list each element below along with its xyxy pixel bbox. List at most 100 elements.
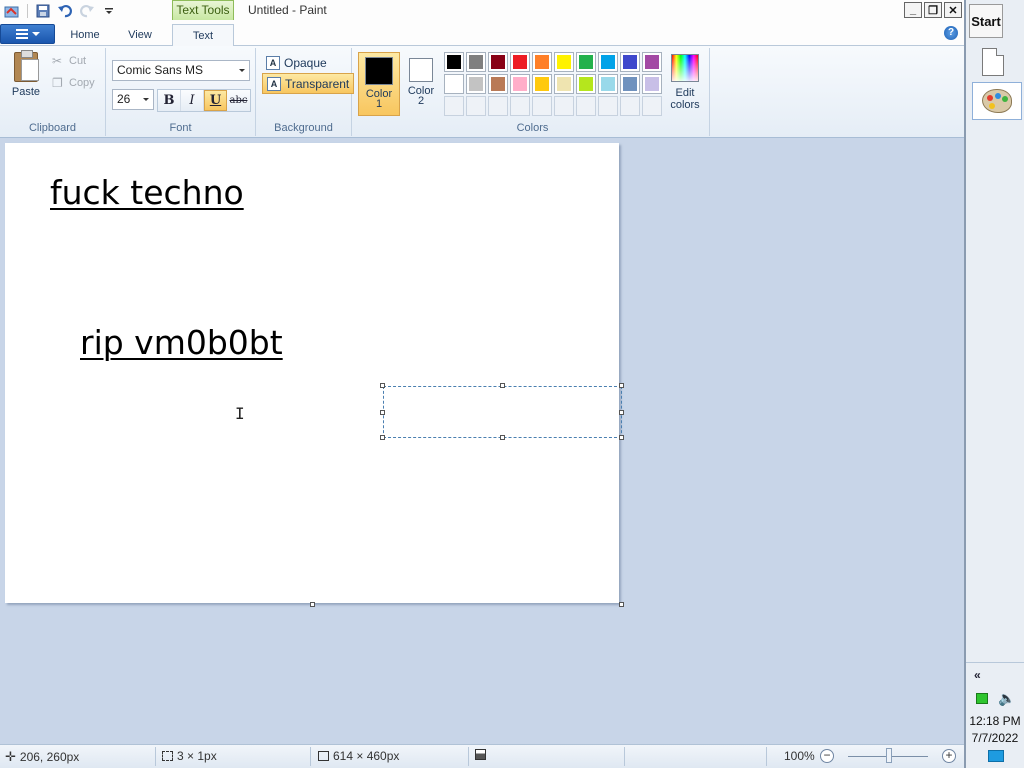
disk-icon xyxy=(475,749,486,760)
palette-color-swatch[interactable] xyxy=(510,74,530,94)
tab-text[interactable]: Text xyxy=(172,24,234,47)
textbox-handle-ne[interactable] xyxy=(619,383,624,388)
ribbon: Paste ✂ Cut ❐ Copy Clipboard Comic Sans … xyxy=(0,46,964,138)
volume-icon[interactable]: 🔈 xyxy=(998,690,1015,707)
start-button[interactable]: Start xyxy=(969,4,1003,38)
palette-custom-slot[interactable] xyxy=(444,96,464,116)
palette-custom-slot[interactable] xyxy=(642,96,662,116)
minimize-button[interactable]: _ xyxy=(904,2,922,18)
palette-color-swatch[interactable] xyxy=(642,52,662,72)
palette-color-swatch[interactable] xyxy=(466,74,486,94)
underline-button[interactable]: U xyxy=(204,90,227,111)
zoom-in-button[interactable]: + xyxy=(942,749,956,763)
palette-color-fill xyxy=(601,77,615,91)
canvas-workspace[interactable]: fuck techno rip vm0b0bt I xyxy=(0,138,964,744)
opaque-button[interactable]: A Opaque xyxy=(262,52,331,73)
textbox-handle-e[interactable] xyxy=(619,410,624,415)
palette-custom-slot[interactable] xyxy=(620,96,640,116)
palette-color-fill xyxy=(579,77,593,91)
selection-size-value: 3 × 1px xyxy=(177,749,217,763)
palette-color-swatch[interactable] xyxy=(576,52,596,72)
textbox-handle-se[interactable] xyxy=(619,435,624,440)
text-input-box[interactable] xyxy=(383,386,622,438)
bold-button[interactable]: B xyxy=(158,90,181,111)
tab-home[interactable]: Home xyxy=(64,24,106,46)
color2-button[interactable]: Color 2 xyxy=(400,52,442,116)
palette-custom-slot[interactable] xyxy=(554,96,574,116)
font-size-dropdown[interactable]: 26 xyxy=(112,89,154,110)
tab-view[interactable]: View xyxy=(118,24,162,46)
color1-button[interactable]: Color 1 xyxy=(358,52,400,116)
strikethrough-button[interactable]: abc xyxy=(227,90,250,111)
paste-button[interactable]: Paste xyxy=(6,50,46,98)
palette-color-swatch[interactable] xyxy=(598,74,618,94)
tray-collapse-button[interactable]: « xyxy=(974,668,981,682)
palette-custom-slot[interactable] xyxy=(488,96,508,116)
textbox-handle-nw[interactable] xyxy=(380,383,385,388)
cut-button[interactable]: ✂ Cut xyxy=(52,55,86,67)
edit-colors-button[interactable]: Edit colors xyxy=(667,52,703,111)
drawing-canvas[interactable]: fuck techno rip vm0b0bt xyxy=(5,143,619,603)
paint-app-icon[interactable] xyxy=(2,2,22,20)
palette-custom-slot[interactable] xyxy=(598,96,618,116)
palette-custom-slot[interactable] xyxy=(532,96,552,116)
save-icon[interactable] xyxy=(33,2,53,20)
palette-color-swatch[interactable] xyxy=(576,74,596,94)
palette-color-swatch[interactable] xyxy=(642,74,662,94)
toolbar-separator xyxy=(27,4,28,18)
palette-color-fill xyxy=(623,55,637,69)
textbox-handle-sw[interactable] xyxy=(380,435,385,440)
palette-custom-slot[interactable] xyxy=(510,96,530,116)
zoom-out-button[interactable]: − xyxy=(820,749,834,763)
restore-button[interactable]: ❐ xyxy=(924,2,942,18)
palette-color-swatch[interactable] xyxy=(532,74,552,94)
textbox-handle-s[interactable] xyxy=(500,435,505,440)
show-desktop-icon[interactable] xyxy=(988,750,1004,762)
status-bar: ✛ 206, 260px 3 × 1px 614 × 460px 100% − … xyxy=(0,744,964,768)
zoom-slider-thumb[interactable] xyxy=(886,748,892,763)
palette-color-swatch[interactable] xyxy=(598,52,618,72)
palette-color-swatch[interactable] xyxy=(510,52,530,72)
ribbon-tab-row: Home View Text ? xyxy=(0,22,964,47)
palette-custom-slot[interactable] xyxy=(576,96,596,116)
help-icon[interactable]: ? xyxy=(944,26,958,40)
transparent-button[interactable]: A Transparent xyxy=(262,73,355,94)
clock[interactable]: 12:18 PM 7/7/2022 xyxy=(966,713,1024,747)
italic-button[interactable]: I xyxy=(181,90,204,111)
paint-menu-button[interactable] xyxy=(0,24,55,44)
textbox-handle-n[interactable] xyxy=(500,383,505,388)
redo-icon[interactable] xyxy=(77,2,97,20)
palette-color-fill xyxy=(469,55,483,69)
new-document-icon[interactable] xyxy=(982,48,1004,76)
network-icon[interactable] xyxy=(976,693,988,704)
copy-button[interactable]: ❐ Copy xyxy=(52,77,95,89)
color-spectrum-icon xyxy=(671,54,699,82)
close-button[interactable]: ✕ xyxy=(944,2,962,18)
status-separator xyxy=(624,747,625,766)
palette-color-swatch[interactable] xyxy=(620,74,640,94)
edit-colors-line2: colors xyxy=(670,99,700,111)
canvas-resize-handle-bottom[interactable] xyxy=(310,602,315,607)
palette-color-swatch[interactable] xyxy=(488,52,508,72)
palette-color-swatch[interactable] xyxy=(444,52,464,72)
palette-color-swatch[interactable] xyxy=(554,74,574,94)
palette-color-swatch[interactable] xyxy=(532,52,552,72)
file-size xyxy=(475,749,486,760)
textbox-handle-w[interactable] xyxy=(380,410,385,415)
palette-color-fill xyxy=(579,55,593,69)
copy-label: Copy xyxy=(69,77,95,89)
palette-color-fill xyxy=(557,77,571,91)
undo-icon[interactable] xyxy=(55,2,75,20)
font-family-dropdown[interactable]: Comic Sans MS xyxy=(112,60,250,81)
palette-custom-slot[interactable] xyxy=(466,96,486,116)
palette-color-swatch[interactable] xyxy=(620,52,640,72)
palette-color-swatch[interactable] xyxy=(488,74,508,94)
palette-color-swatch[interactable] xyxy=(466,52,486,72)
title-bar: Text Tools Untitled - Paint _ ❐ ✕ xyxy=(0,0,964,22)
selection-size: 3 × 1px xyxy=(162,749,217,763)
palette-color-swatch[interactable] xyxy=(554,52,574,72)
canvas-resize-handle-corner[interactable] xyxy=(619,602,624,607)
customize-toolbar-icon[interactable] xyxy=(99,2,119,20)
paint-taskbar-button[interactable] xyxy=(972,82,1022,120)
palette-color-swatch[interactable] xyxy=(444,74,464,94)
